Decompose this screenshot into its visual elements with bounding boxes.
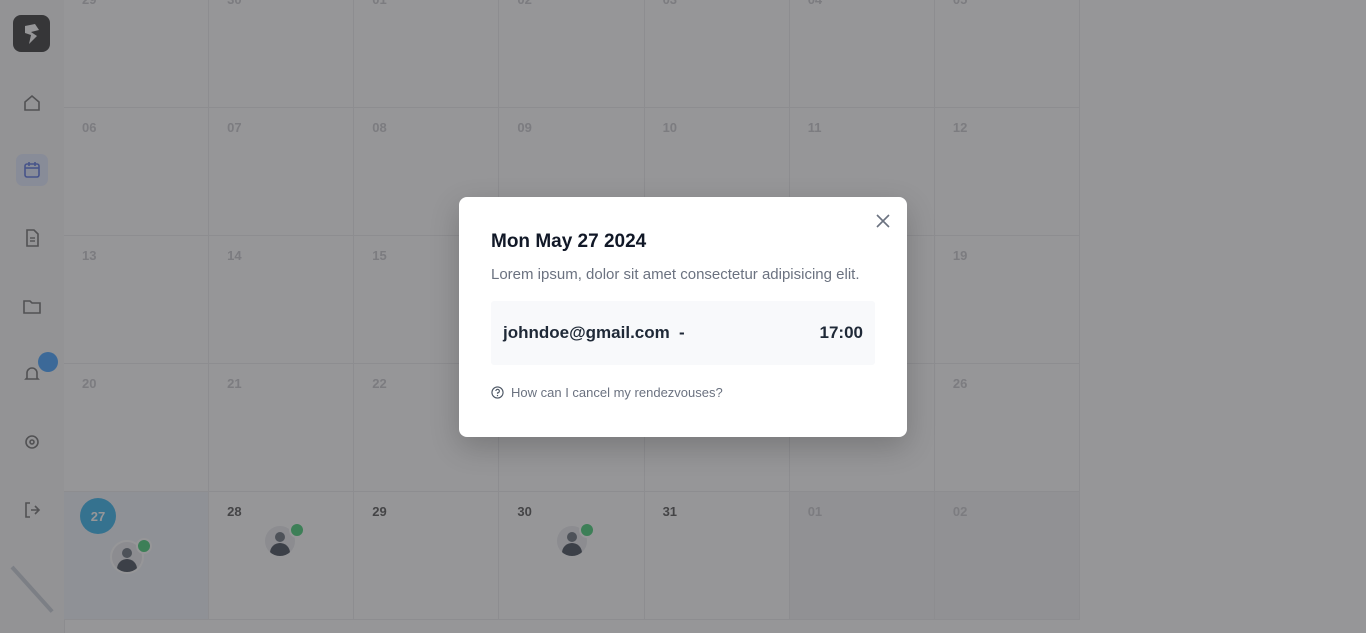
cancel-help-link[interactable]: How can I cancel my rendezvouses? — [491, 385, 723, 400]
close-icon — [876, 214, 890, 228]
help-link-text: How can I cancel my rendezvouses? — [511, 385, 723, 400]
dialog-description: Lorem ipsum, dolor sit amet consectetur … — [491, 266, 860, 283]
appointment-time: 17:00 — [819, 323, 863, 342]
dialog-title: Mon May 27 2024 — [491, 231, 647, 252]
appointment-dialog: Mon May 27 2024 Lorem ipsum, dolor sit a… — [459, 197, 907, 437]
question-circle-icon — [491, 386, 504, 399]
appointment-separator: - — [679, 323, 685, 342]
close-button[interactable] — [873, 211, 893, 231]
appointment-email: johndoe@gmail.com — [503, 323, 670, 342]
appointment-row[interactable]: johndoe@gmail.com - 17:00 — [491, 301, 875, 365]
